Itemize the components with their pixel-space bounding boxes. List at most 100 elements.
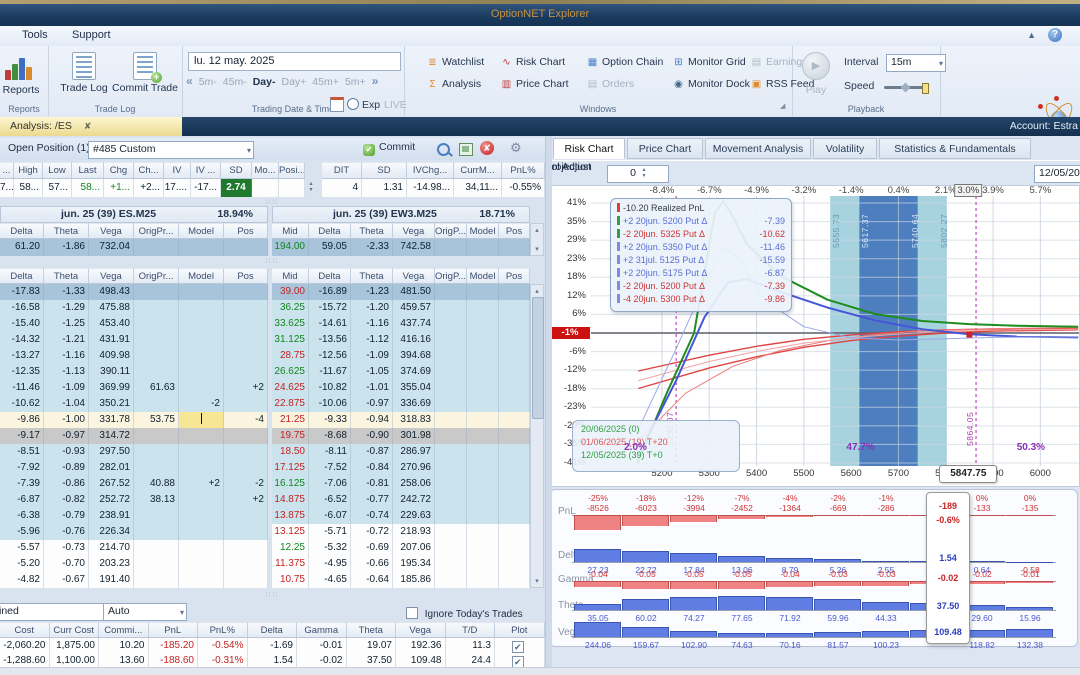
window-toggle-monitor-grid[interactable]: ⊞ Monitor Grid <box>672 56 745 68</box>
window-toggle-price-chart[interactable]: ▥ Price Chart <box>500 78 569 90</box>
totals-col-header[interactable]: Vega <box>396 622 446 638</box>
col-header-model[interactable]: Model <box>467 268 499 284</box>
reports-button[interactable]: Reports <box>0 84 48 96</box>
quote-data-row[interactable]: 7... 58... 57... 58... +1... +2... 17.... -17..… <box>0 179 305 197</box>
scroll-up-icon[interactable]: ▴ <box>531 226 543 234</box>
chain-row-right[interactable]: 22.875 -10.06 -0.97 336.69 <box>272 396 530 412</box>
settings-gear-icon[interactable]: ⚙ <box>510 140 522 156</box>
col-header-vega[interactable]: Vega <box>393 268 435 284</box>
expiry-summary-row-ew3[interactable]: 194.00 59.05 -2.33 742.58 <box>272 239 530 256</box>
ribbon-collapse-icon[interactable]: ▲ <box>1027 30 1036 40</box>
notes-icon[interactable] <box>459 143 473 156</box>
col-header-mid[interactable]: Mid <box>272 268 309 284</box>
window-toggle-watchlist[interactable]: ≣ Watchlist <box>426 56 484 68</box>
commit-button[interactable]: ✔ Commit <box>363 141 415 157</box>
titlebar[interactable]: OptionNET Explorer <box>0 4 1080 26</box>
chain-row-left[interactable]: -10.62 -1.04 350.21 -2 <box>0 396 268 412</box>
chain-row-right[interactable]: 13.125 -5.71 -0.72 218.93 <box>272 524 530 540</box>
chain-row-right[interactable]: 31.125 -13.56 -1.12 416.16 <box>272 332 530 348</box>
time-step-Day[interactable]: Day- <box>253 76 276 88</box>
tab-risk-chart[interactable]: Risk Chart <box>553 138 625 159</box>
col-header-vega[interactable]: Vega <box>89 223 134 239</box>
time-step-5m[interactable]: 5m- <box>199 76 217 88</box>
scrollbar-thumb[interactable] <box>532 297 544 419</box>
scroll-down-icon[interactable]: ▾ <box>531 245 543 253</box>
quote-col-header[interactable]: Ch... <box>134 162 164 179</box>
spinner-arrows-icon[interactable]: ▴ ▾ <box>640 167 648 181</box>
ignore-trades-checkbox[interactable] <box>406 607 418 619</box>
chain-row-right[interactable]: 11.375 -4.95 -0.66 195.34 <box>272 556 530 572</box>
col-header-origp[interactable]: OrigP... <box>435 223 467 239</box>
tab-close-icon[interactable]: ✘ <box>84 121 92 131</box>
col-header-vega[interactable]: Vega <box>393 223 435 239</box>
chain-row-left[interactable]: -9.17 -0.97 314.72 <box>0 428 268 444</box>
col-header-origpr[interactable]: OrigPr... <box>134 268 179 284</box>
play-icon[interactable]: ▶ <box>802 52 830 80</box>
chain-row-right[interactable]: 14.875 -6.52 -0.77 242.72 <box>272 492 530 508</box>
chain-row-right[interactable]: 33.625 -14.61 -1.16 437.74 <box>272 316 530 332</box>
combined-select[interactable]: ined▾ <box>0 603 110 621</box>
chain-row-right[interactable]: 26.625 -11.67 -1.05 374.69 <box>272 364 530 380</box>
chain-row-left[interactable]: -7.39 -0.86 267.52 40.88 +2 -2 <box>0 476 268 492</box>
quote-col-header[interactable]: IV <box>164 162 191 179</box>
tab-volatility[interactable]: Volatility <box>813 138 877 159</box>
totals-col-header[interactable]: Delta <box>247 622 297 638</box>
quote-scroll-spinner[interactable]: ▴ ▾ <box>306 181 316 195</box>
totals-col-header[interactable]: Plot <box>495 622 545 638</box>
chain-splitter-handle[interactable]: ∷∷ <box>250 257 295 265</box>
quote-col-header[interactable]: Posi... <box>279 162 305 179</box>
window-toggle-analysis[interactable]: Σ Analysis <box>426 78 481 90</box>
help-icon[interactable]: ? <box>1048 28 1062 42</box>
col-header-pos[interactable]: Pos <box>224 223 268 239</box>
panel-splitter[interactable] <box>545 136 552 667</box>
summary-col-header[interactable]: IVChg... <box>407 162 454 179</box>
menu-tools[interactable]: Tools <box>16 29 54 41</box>
totals-col-header[interactable]: T/D <box>445 622 495 638</box>
totals-row[interactable]: -2,060.20 1,875.00 10.20 -185.20 -0.54% -1.69… <box>0 638 545 653</box>
col-header-delta[interactable]: Delta <box>0 223 44 239</box>
col-header-delta[interactable]: Delta <box>309 223 351 239</box>
quote-col-header[interactable]: SD <box>221 162 252 179</box>
quote-col-header[interactable]: Mo... <box>252 162 279 179</box>
col-header-vega[interactable]: Vega <box>89 268 134 284</box>
col-header-theta[interactable]: Theta <box>351 268 393 284</box>
totals-col-header[interactable]: Curr Cost <box>49 622 99 638</box>
chain-row-left[interactable]: -5.57 -0.73 214.70 <box>0 540 268 556</box>
col-header-theta[interactable]: Theta <box>44 268 89 284</box>
col-header-model[interactable]: Model <box>467 223 499 239</box>
summary-col-header[interactable]: DIT <box>322 162 362 179</box>
quote-col-header[interactable]: Chg <box>104 162 134 179</box>
time-step-45m[interactable]: 45m- <box>223 76 247 88</box>
col-header-theta[interactable]: Theta <box>44 223 89 239</box>
window-toggle-risk-chart[interactable]: ∿ Risk Chart <box>500 56 565 68</box>
chain-row-left[interactable]: -15.40 -1.25 453.40 <box>0 316 268 332</box>
chain-row-right[interactable]: 28.75 -12.56 -1.09 394.68 <box>272 348 530 364</box>
expiry-header-es[interactable]: jun. 25 (39) ES.M25 18.94% <box>0 206 268 223</box>
chain-row-left[interactable]: -6.38 -0.79 238.91 <box>0 508 268 524</box>
vol-adjust-spinner[interactable]: 0 ▴ ▾ <box>607 165 669 183</box>
totals-row[interactable]: -1,288.60 1,100.00 13.60 -188.60 -0.31% 1.54-… <box>0 653 545 668</box>
col-header-model[interactable]: Model <box>179 268 224 284</box>
chain-row-left[interactable]: -16.58 -1.29 475.88 <box>0 300 268 316</box>
tab-movement-analysis[interactable]: Movement Analysis <box>705 138 811 159</box>
chain-row-left[interactable]: -9.86 -1.00 331.78 53.75 -4 <box>0 412 268 428</box>
chain-row-left[interactable]: -5.20 -0.70 203.23 <box>0 556 268 572</box>
quote-col-header[interactable]: ... <box>0 162 14 179</box>
col-header-pos[interactable]: Pos <box>499 268 530 284</box>
ignore-trades-option[interactable]: Ignore Today's Trades <box>406 604 546 620</box>
chain-row-right[interactable]: 19.75 -8.68 -0.90 301.98 <box>272 428 530 444</box>
quote-col-header[interactable]: Last <box>72 162 104 179</box>
chain-row-right[interactable]: 18.50 -8.11 -0.87 286.97 <box>272 444 530 460</box>
windows-dialog-launcher-icon[interactable]: ◢ <box>780 102 785 110</box>
projection-date-input[interactable]: 12/05/2025 <box>1034 165 1080 183</box>
summary-col-header[interactable]: PnL% <box>502 162 545 179</box>
chain-row-left[interactable]: -7.92 -0.89 282.01 <box>0 460 268 476</box>
window-toggle-monitor-dock[interactable]: ◉ Monitor Dock <box>672 78 750 90</box>
chain-row-right[interactable]: 10.75 -4.65 -0.64 185.86 <box>272 572 530 588</box>
chain-row-right[interactable]: 24.625 -10.82 -1.01 355.04 <box>272 380 530 396</box>
totals-col-header[interactable]: Commi... <box>99 622 149 638</box>
chain-row-right[interactable]: 13.875 -6.07 -0.74 229.63 <box>272 508 530 524</box>
quote-col-header[interactable]: Low <box>43 162 72 179</box>
interval-select[interactable]: 15m ▾ <box>886 54 946 72</box>
speed-slider-thumb[interactable] <box>922 83 929 94</box>
